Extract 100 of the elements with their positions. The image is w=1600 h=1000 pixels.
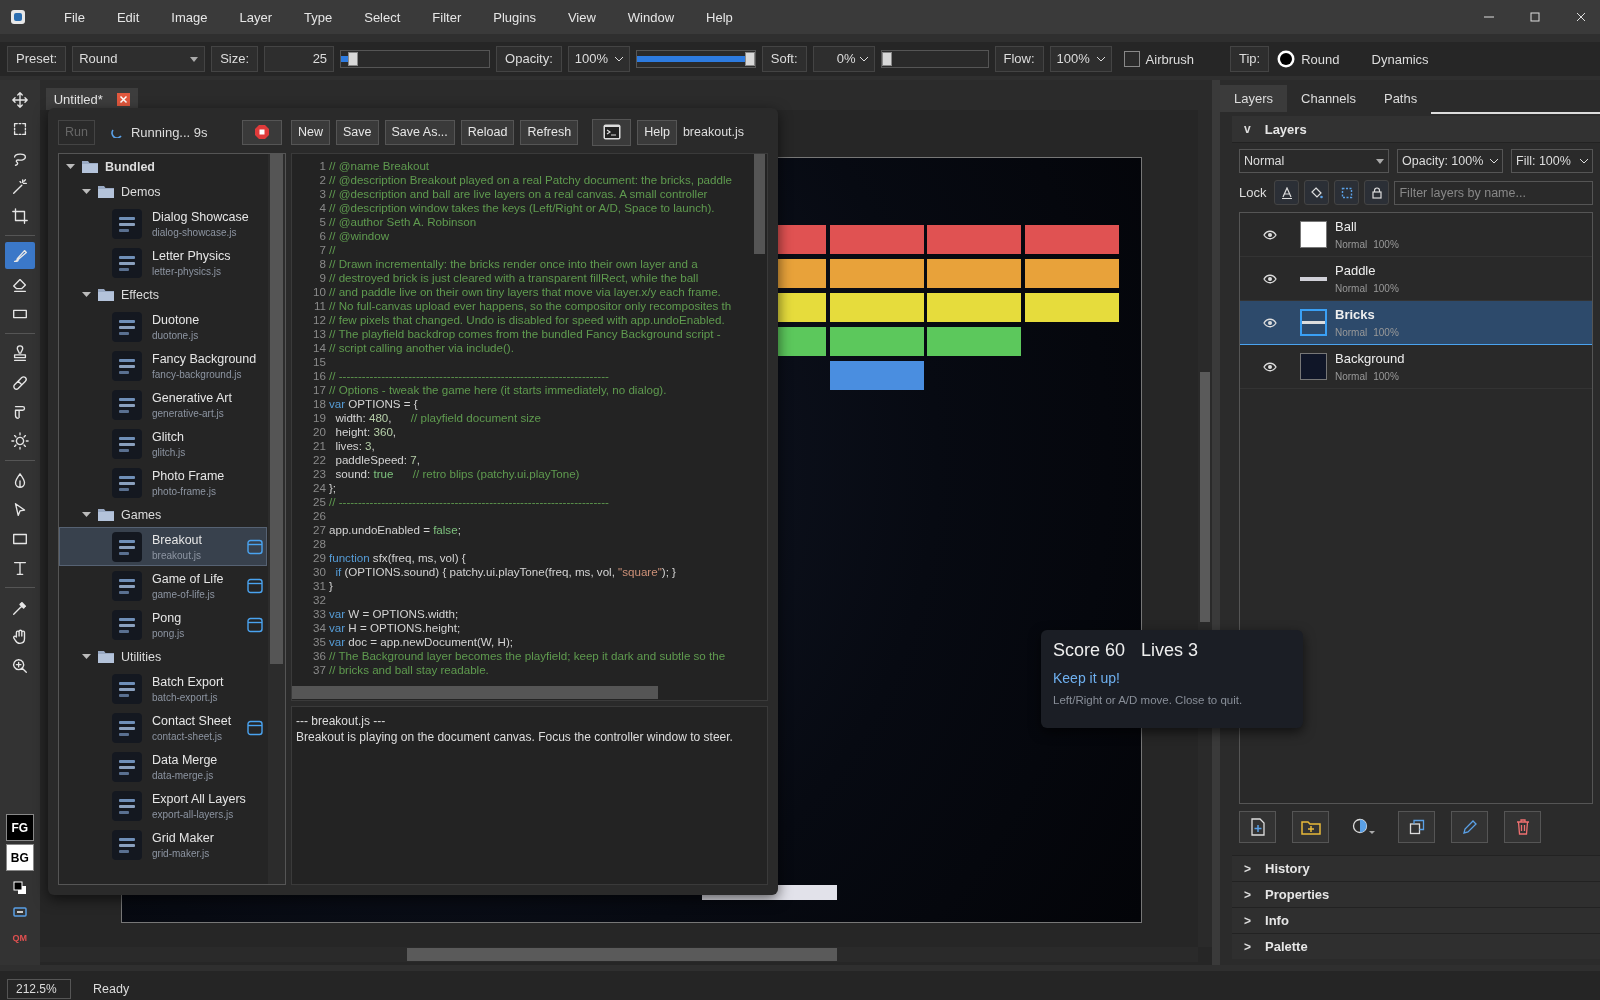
new-group-button[interactable] xyxy=(1292,811,1329,843)
dynamics-button[interactable]: Dynamics xyxy=(1365,51,1435,67)
filter-field[interactable]: Filter layers by name... xyxy=(1394,180,1593,205)
script-row[interactable]: Contact Sheet contact-sheet.js xyxy=(59,708,267,747)
collapsed-section-header[interactable]: > Info xyxy=(1232,907,1600,933)
script-row[interactable]: Breakout breakout.js xyxy=(59,527,267,566)
foreground-color-swatch[interactable]: FG xyxy=(5,814,34,841)
scrollbar-thumb[interactable] xyxy=(406,948,837,961)
script-row[interactable]: Batch Export batch-export.js xyxy=(59,669,267,708)
opacity-dropdown[interactable]: 100% xyxy=(567,46,630,72)
chevron-down-icon[interactable] xyxy=(1490,158,1498,164)
panel-tab[interactable]: Channels xyxy=(1287,85,1370,112)
flow-dropdown[interactable]: 100% xyxy=(1049,46,1112,72)
soft-slider[interactable] xyxy=(880,50,989,68)
lock-all-button[interactable] xyxy=(1364,180,1390,205)
edit-layer-button[interactable] xyxy=(1451,811,1488,843)
opacity-slider[interactable] xyxy=(635,50,756,68)
editor-button[interactable]: Save As... xyxy=(384,119,455,145)
airbrush-checkbox[interactable] xyxy=(1123,51,1140,67)
maximize-icon[interactable] xyxy=(1530,12,1540,22)
scrollbar-thumb[interactable] xyxy=(292,686,658,699)
lock-pixels-button[interactable] xyxy=(1304,180,1330,205)
panel-tab[interactable]: Paths xyxy=(1369,85,1432,112)
blend-mode-dropdown[interactable]: Normal xyxy=(1239,149,1389,173)
lock-transparency-button[interactable] xyxy=(1274,180,1300,205)
folder-row[interactable]: Effects xyxy=(59,282,267,307)
document-tab[interactable]: Untitled* xyxy=(45,88,138,110)
scrollbar-thumb[interactable] xyxy=(754,154,765,254)
collapsed-section-header[interactable]: > Palette xyxy=(1232,933,1600,959)
menu-item[interactable]: Filter xyxy=(420,9,474,25)
expand-triangle-icon[interactable] xyxy=(82,652,91,661)
eye-icon[interactable] xyxy=(1263,229,1277,240)
soft-dropdown[interactable]: 0% xyxy=(812,46,875,72)
chevron-down-icon[interactable] xyxy=(859,56,868,62)
opacity-dropdown[interactable]: Opacity: 100% xyxy=(1397,149,1503,173)
dropdown-arrow-icon[interactable] xyxy=(190,56,199,62)
duplicate-layer-button[interactable] xyxy=(1398,811,1435,843)
script-row[interactable]: Generative Art generative-art.js xyxy=(59,385,267,424)
chevron-down-icon[interactable] xyxy=(614,56,623,62)
delete-layer-button[interactable] xyxy=(1504,811,1541,843)
slider-thumb[interactable] xyxy=(744,52,755,66)
new-layer-button[interactable] xyxy=(1239,811,1276,843)
editor-button[interactable]: Save xyxy=(336,119,379,145)
horizontal-scrollbar[interactable] xyxy=(39,947,1199,962)
folder-row[interactable]: Games xyxy=(59,502,267,527)
menu-item[interactable]: Help xyxy=(694,9,745,25)
layer-row[interactable]: Background Normal 100% xyxy=(1240,345,1592,389)
layer-row[interactable]: Bricks Normal 100% xyxy=(1240,301,1592,345)
help-button[interactable]: Help xyxy=(637,119,677,145)
collapse-toggle[interactable]: v xyxy=(1244,122,1251,136)
default-colors-icon[interactable] xyxy=(12,881,27,895)
script-row[interactable]: Data Merge data-merge.js xyxy=(59,747,267,786)
panel-tab[interactable]: Layers xyxy=(1220,85,1288,112)
scrollbar-thumb[interactable] xyxy=(1200,372,1211,622)
eye-icon[interactable] xyxy=(1263,361,1277,372)
code-editor[interactable] xyxy=(291,153,768,701)
editor-button[interactable]: Refresh xyxy=(520,119,579,145)
size-field[interactable]: 25 xyxy=(264,46,335,72)
script-row[interactable]: Grid Maker grid-maker.js xyxy=(59,825,267,864)
folder-row[interactable]: Utilities xyxy=(59,644,267,669)
fill-dropdown[interactable]: Fill: 100% xyxy=(1511,149,1593,173)
size-slider[interactable] xyxy=(340,50,491,68)
expand-triangle-icon[interactable] xyxy=(66,162,75,171)
eye-icon[interactable] xyxy=(1263,273,1277,284)
script-row[interactable]: Dialog Showcase dialog-showcase.js xyxy=(59,204,267,243)
slider-thumb[interactable] xyxy=(881,52,892,66)
script-row[interactable]: Game of Life game-of-life.js xyxy=(59,566,267,605)
close-icon[interactable] xyxy=(116,92,130,106)
expand-triangle-icon[interactable] xyxy=(82,510,91,519)
collapsed-section-header[interactable]: > History xyxy=(1232,855,1600,881)
editor-button[interactable]: Reload xyxy=(460,119,515,145)
zoom-field[interactable]: 212.5% xyxy=(7,978,71,999)
menu-item[interactable]: View xyxy=(555,9,608,25)
script-row[interactable]: Photo Frame photo-frame.js xyxy=(59,463,267,502)
menu-item[interactable]: Edit xyxy=(104,9,152,25)
menu-item[interactable]: Type xyxy=(292,9,345,25)
preset-dropdown[interactable]: Round xyxy=(72,46,206,72)
scrollbar-thumb[interactable] xyxy=(270,154,283,664)
editor-button[interactable]: New xyxy=(291,119,330,145)
stop-button[interactable] xyxy=(242,119,282,145)
folder-row[interactable]: Demos xyxy=(59,179,267,204)
expand-triangle-icon[interactable] xyxy=(82,187,91,196)
chevron-down-icon[interactable] xyxy=(1580,158,1588,164)
lock-position-button[interactable] xyxy=(1334,180,1360,205)
script-row[interactable]: Pong pong.js xyxy=(59,605,267,644)
expand-triangle-icon[interactable] xyxy=(82,290,91,299)
menu-item[interactable]: File xyxy=(52,9,97,25)
menu-item[interactable]: Layer xyxy=(227,9,285,25)
menu-item[interactable]: Image xyxy=(159,9,220,25)
slider-thumb[interactable] xyxy=(348,52,358,66)
vertical-scrollbar[interactable] xyxy=(268,154,285,884)
menu-item[interactable]: Window xyxy=(615,9,687,25)
script-row[interactable]: Duotone duotone.js xyxy=(59,307,267,346)
menu-item[interactable]: Select xyxy=(352,9,413,25)
close-icon[interactable] xyxy=(1576,12,1586,22)
brush-tip-icon[interactable] xyxy=(1277,50,1296,68)
script-row[interactable]: Fancy Background fancy-background.js xyxy=(59,346,267,385)
script-row[interactable]: Export All Layers export-all-layers.js xyxy=(59,786,267,825)
menu-item[interactable]: Plugins xyxy=(481,9,548,25)
tool-button[interactable] xyxy=(4,242,35,269)
